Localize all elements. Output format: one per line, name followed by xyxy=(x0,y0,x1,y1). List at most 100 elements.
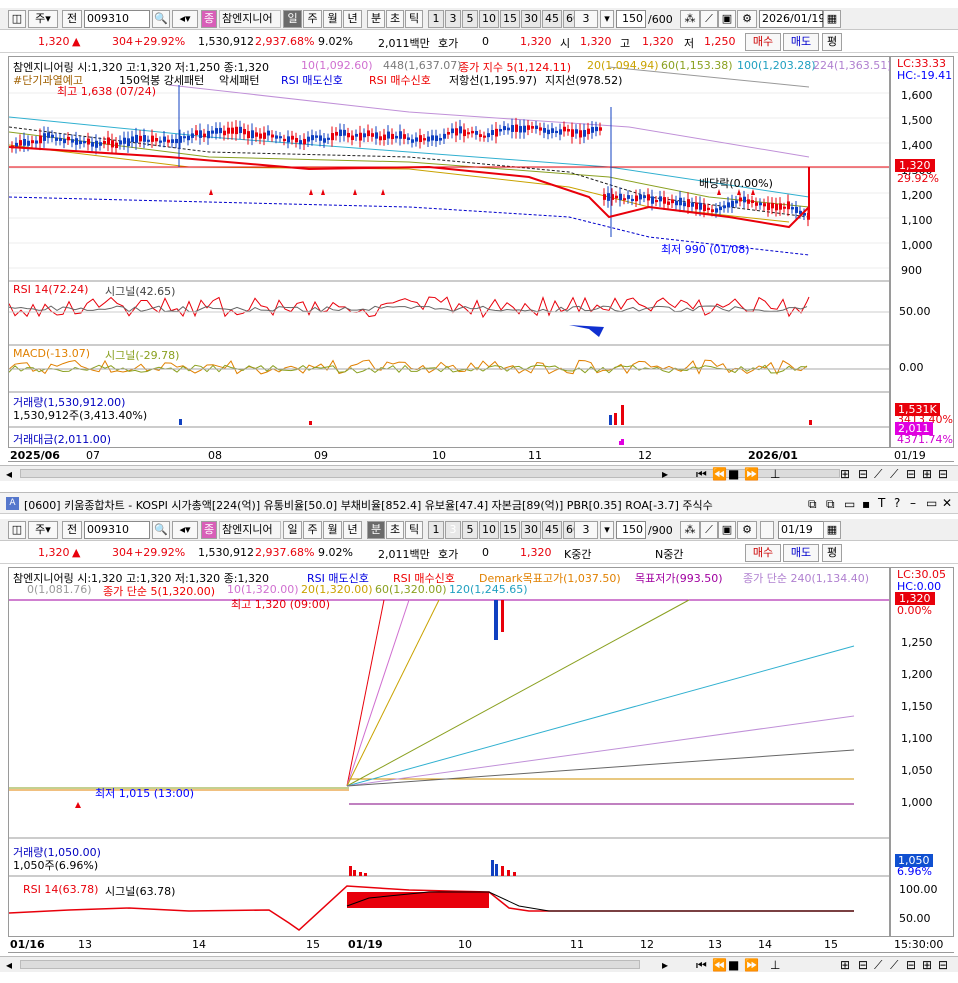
zoom-slider-icon[interactable]: ⊥ xyxy=(770,467,780,481)
period-3-button[interactable]: 년 xyxy=(343,521,362,539)
period-2-button[interactable]: 월 xyxy=(323,10,342,28)
copy-icon[interactable]: ⧉ xyxy=(826,497,835,511)
eval-button-2[interactable]: 평 xyxy=(822,544,842,562)
num-3-button[interactable]: 10 xyxy=(479,521,499,539)
buy-button[interactable]: 매수 xyxy=(745,33,781,51)
date-checkbox[interactable] xyxy=(760,521,774,539)
top-chart-area[interactable]: 참엔지니어링 시:1,320 고:1,320 저:1,250 종:1,320 1… xyxy=(8,56,892,448)
num-0-button[interactable]: 1 xyxy=(428,521,444,539)
tool3-icon[interactable]: ⊟ xyxy=(906,467,916,481)
pin-icon[interactable]: ▪ xyxy=(862,497,870,511)
type-select[interactable]: 주▾ xyxy=(28,10,58,28)
scroll-left-icon[interactable]: ◂ xyxy=(6,467,12,481)
calendar-icon[interactable]: ▦ xyxy=(823,10,841,28)
zoom-slider-icon-2[interactable]: ⊥ xyxy=(770,958,780,972)
zoom-in-icon[interactable]: ⊞ xyxy=(840,467,850,481)
period-3-button[interactable]: 년 xyxy=(343,10,362,28)
link-icon[interactable]: ⧉ xyxy=(808,497,817,511)
num-4-button[interactable]: 15 xyxy=(500,521,520,539)
tool4-icon[interactable]: ⊞ xyxy=(922,467,932,481)
stop-icon-2[interactable]: ■ xyxy=(728,958,739,972)
intraday-2-button[interactable]: 틱 xyxy=(405,10,423,28)
num-2-button[interactable]: 5 xyxy=(462,521,478,539)
tool1-icon-2[interactable]: ⟋ xyxy=(874,958,882,972)
calendar-icon-2[interactable]: ▦ xyxy=(823,521,841,539)
eval-button[interactable]: 평 xyxy=(822,33,842,51)
num-1-button[interactable]: 3 xyxy=(445,521,461,539)
num-6-button[interactable]: 45 xyxy=(542,521,562,539)
split-icon[interactable]: ▭ xyxy=(844,497,855,511)
code-input[interactable]: 009310 xyxy=(84,10,150,28)
save-icon[interactable]: ▣ xyxy=(718,10,736,28)
period-0-button[interactable]: 일 xyxy=(283,521,302,539)
code-input-2[interactable]: 009310 xyxy=(84,521,150,539)
tool3-icon-2[interactable]: ⊟ xyxy=(906,958,916,972)
bottom-chart-area[interactable]: 참엔지니어링 시:1,320 고:1,320 저:1,320 종:1,320 R… xyxy=(8,567,890,937)
sound-icon-2[interactable]: ◂▾ xyxy=(172,521,198,539)
scroll-right-icon[interactable]: ▸ xyxy=(662,467,668,481)
period-0-button[interactable]: 일 xyxy=(283,10,302,28)
num-5-button[interactable]: 30 xyxy=(521,521,541,539)
chart-menu-icon[interactable]: ◫ xyxy=(8,10,26,28)
trend-icon[interactable]: ⟋ xyxy=(700,10,718,28)
gear-icon[interactable]: ⚙ xyxy=(737,10,757,28)
scroll-left-icon-2[interactable]: ◂ xyxy=(6,958,12,972)
tool2-icon[interactable]: ⟋ xyxy=(890,467,898,481)
intraday-0-button[interactable]: 분 xyxy=(367,10,385,28)
zoom-out-icon[interactable]: ⊟ xyxy=(858,467,868,481)
count-dropdown-icon-2[interactable]: ▾ xyxy=(600,521,614,539)
period-1-button[interactable]: 주 xyxy=(303,10,322,28)
scroll-thumb-2[interactable] xyxy=(20,960,640,969)
num-3-button[interactable]: 10 xyxy=(479,10,499,28)
first-icon[interactable]: ⏮ xyxy=(696,467,707,481)
period-1-button[interactable]: 주 xyxy=(303,521,322,539)
period-2-button[interactable]: 월 xyxy=(323,521,342,539)
buy-button-2[interactable]: 매수 xyxy=(745,544,781,562)
minimize-icon[interactable]: – xyxy=(910,496,916,510)
scroll-right-icon-2[interactable]: ▸ xyxy=(662,958,668,972)
close-icon[interactable]: ✕ xyxy=(942,496,952,510)
sell-button-2[interactable]: 매도 xyxy=(783,544,819,562)
save-icon-2[interactable]: ▣ xyxy=(718,521,736,539)
first-icon-2[interactable]: ⏮ xyxy=(696,958,707,972)
num-0-button[interactable]: 1 xyxy=(428,10,444,28)
tool2-icon-2[interactable]: ⟋ xyxy=(890,958,898,972)
tool5-icon[interactable]: ⊟ xyxy=(938,467,948,481)
count-dropdown-icon[interactable]: ▾ xyxy=(600,10,614,28)
num-5-button[interactable]: 30 xyxy=(521,10,541,28)
view-count-input-2[interactable]: 150 xyxy=(616,521,646,539)
num-1-button[interactable]: 3 xyxy=(445,10,461,28)
maximize-icon[interactable]: ▭ xyxy=(926,496,937,510)
chart-menu-icon-2[interactable]: ◫ xyxy=(8,521,26,539)
sell-button[interactable]: 매도 xyxy=(783,33,819,51)
intraday-2-button[interactable]: 틱 xyxy=(405,521,423,539)
indicator-icon[interactable]: ⁂ xyxy=(680,10,700,28)
search-icon[interactable]: 🔍 xyxy=(152,10,170,28)
prev-button[interactable]: 전 xyxy=(62,10,82,28)
next-page-icon-2[interactable]: ⏩ xyxy=(744,958,759,972)
prev-button-2[interactable]: 전 xyxy=(62,521,82,539)
type-select-2[interactable]: 주▾ xyxy=(28,521,58,539)
intraday-1-button[interactable]: 초 xyxy=(386,10,404,28)
prev-page-icon-2[interactable]: ⏪ xyxy=(712,958,727,972)
zoom-out-icon-2[interactable]: ⊟ xyxy=(858,958,868,972)
prev-page-icon[interactable]: ⏪ xyxy=(712,467,727,481)
num-4-button[interactable]: 15 xyxy=(500,10,520,28)
gear-icon-2[interactable]: ⚙ xyxy=(737,521,757,539)
count-select-2[interactable]: 3 xyxy=(574,521,598,539)
zoom-in-icon-2[interactable]: ⊞ xyxy=(840,958,850,972)
text-icon[interactable]: T xyxy=(878,496,885,510)
date-input[interactable]: 2026/01/19 xyxy=(759,10,825,28)
next-page-icon[interactable]: ⏩ xyxy=(744,467,759,481)
bottom-scrollbar[interactable]: ◂ ▸ ⏮ ⏪ ■ ⏩ ⊥ ⊞ ⊟ ⟋ ⟋ ⊟ ⊞ ⊟ xyxy=(0,956,958,972)
top-scrollbar[interactable]: ◂ ▸ ⏮ ⏪ ■ ⏩ ⊥ ⊞ ⊟ ⟋ ⟋ ⊟ ⊞ ⊟ xyxy=(0,465,958,481)
intraday-1-button[interactable]: 초 xyxy=(386,521,404,539)
tool1-icon[interactable]: ⟋ xyxy=(874,467,882,481)
tool5-icon-2[interactable]: ⊟ xyxy=(938,958,948,972)
date-input-2[interactable]: 01/19 xyxy=(778,521,824,539)
intraday-0-button[interactable]: 분 xyxy=(367,521,385,539)
trend-icon-2[interactable]: ⟋ xyxy=(700,521,718,539)
num-6-button[interactable]: 45 xyxy=(542,10,562,28)
num-2-button[interactable]: 5 xyxy=(462,10,478,28)
sound-icon[interactable]: ◂▾ xyxy=(172,10,198,28)
